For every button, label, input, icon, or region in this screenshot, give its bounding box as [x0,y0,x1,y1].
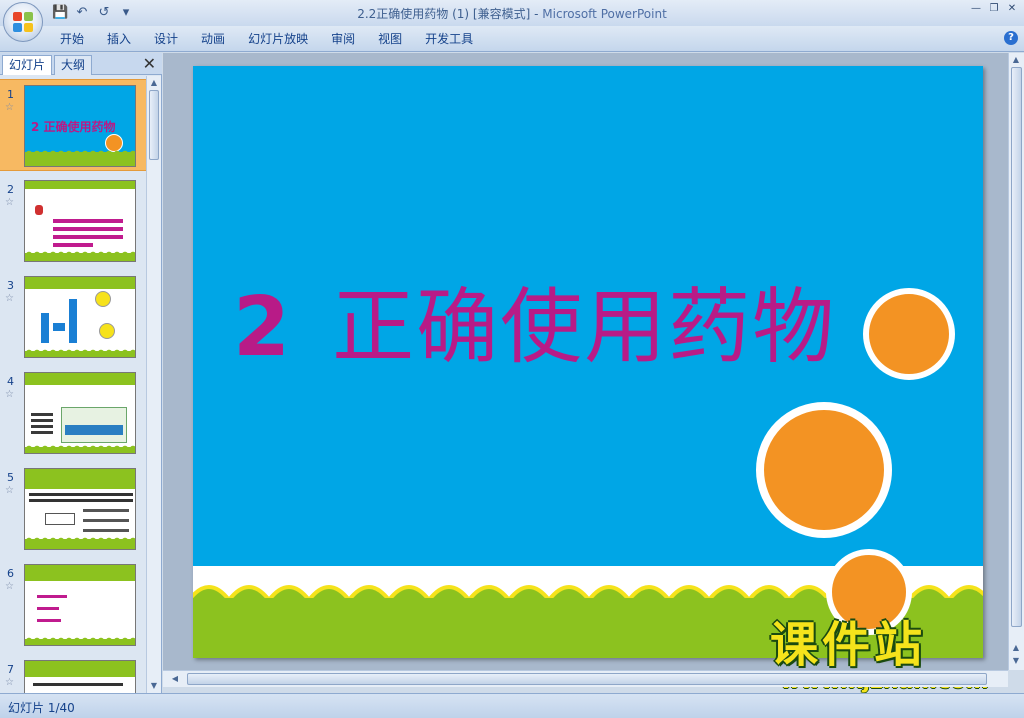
slide-preview [24,276,136,358]
slide-thumbnail[interactable]: 7 ☆ [0,655,146,693]
office-button[interactable] [3,2,43,42]
app-name: Microsoft PowerPoint [542,7,667,21]
help-icon[interactable]: ? [1004,31,1018,45]
tab-review[interactable]: 审阅 [331,31,355,47]
slide-number: 1 [7,88,14,101]
slide-thumbnail[interactable]: 5 ☆ [0,463,146,555]
thumbnail-list: 1 ☆ 2 正确使用药物 2 ☆ 3 ☆ 4 ☆ 5 ☆ 6 ☆ 7 ☆ [0,76,146,693]
watermark-text: 课件站 [770,617,927,673]
tab-developer[interactable]: 开发工具 [425,31,473,47]
office-logo-icon [13,12,33,32]
document-title: 2.2正确使用药物 (1) [兼容模式] [357,7,531,21]
slide-editor: 2 正确使用药物 [163,53,1008,670]
window-title: 2.2正确使用药物 (1) [兼容模式] - Microsoft PowerPo… [357,7,667,21]
close-icon[interactable]: ✕ [1004,2,1020,16]
slide-thumbnail[interactable]: 6 ☆ [0,559,146,651]
slide-counter: 幻灯片 1/40 [8,701,75,715]
animation-star-icon: ☆ [5,389,14,400]
editor-vertical-scrollbar[interactable]: ▲ ▲ ▼ [1008,53,1024,670]
slide-preview [24,468,136,550]
tab-view[interactable]: 视图 [378,31,402,47]
slide-number: 7 [7,663,14,676]
slide-thumbnail[interactable]: 3 ☆ [0,271,146,363]
tab-design[interactable]: 设计 [154,31,178,47]
editor-horizontal-scrollbar[interactable]: ◀ [163,670,1008,687]
slide-preview [24,372,136,454]
animation-star-icon: ☆ [5,581,14,592]
slide-number: 2 [7,183,14,196]
animation-star-icon: ☆ [5,485,14,496]
slide-canvas[interactable]: 2 正确使用药物 [193,66,983,658]
slide-title-text: 正确使用药物 [332,280,837,375]
slide-number: 4 [7,375,14,388]
orange-circle [863,288,955,380]
slide-number: 5 [7,471,14,484]
thumbnail-scrollbar[interactable]: ▲ ▼ [146,76,161,693]
scroll-down-icon[interactable]: ▼ [149,681,159,691]
slide-thumbnail[interactable]: 1 ☆ 2 正确使用药物 [0,79,146,171]
slide-thumbnail[interactable]: 2 ☆ [0,175,146,267]
window-controls: — ❐ ✕ [968,2,1020,16]
ribbon-tab-bar: 开始 插入 设计 动画 幻灯片放映 审阅 视图 开发工具 ? [0,26,1024,52]
scroll-left-icon[interactable]: ◀ [169,673,181,685]
thumb-title: 2 正确使用药物 [31,120,116,134]
slide-number: 3 [7,279,14,292]
slide-title-number: 2 [233,280,293,375]
panel-tabs: 幻灯片 大纲 ✕ [0,53,162,75]
next-slide-icon[interactable]: ▼ [1011,656,1021,666]
tab-slides[interactable]: 幻灯片 [2,55,53,75]
close-icon[interactable]: ✕ [143,55,156,73]
tab-home[interactable]: 开始 [60,31,84,47]
animation-star-icon: ☆ [5,677,14,688]
animation-star-icon: ☆ [5,293,14,304]
slide-preview: 2 正确使用药物 [24,85,136,167]
minimize-icon[interactable]: — [968,2,984,16]
tab-outline[interactable]: 大纲 [54,55,93,75]
slide-preview [24,660,136,693]
scroll-up-icon[interactable]: ▲ [149,78,159,88]
slide-preview [24,564,136,646]
animation-star-icon: ☆ [5,102,14,113]
previous-slide-icon[interactable]: ▲ [1011,643,1021,653]
slide-thumbnail[interactable]: 4 ☆ [0,367,146,459]
slide-number: 6 [7,567,14,580]
restore-icon[interactable]: ❐ [986,2,1002,16]
slide-title[interactable]: 2 正确使用药物 [233,278,836,378]
tab-insert[interactable]: 插入 [107,31,131,47]
orange-circle [756,402,892,538]
scroll-thumb[interactable] [187,673,987,685]
animation-star-icon: ☆ [5,197,14,208]
status-bar: 幻灯片 1/40 [0,693,1024,718]
scroll-up-icon[interactable]: ▲ [1011,55,1021,65]
slides-panel: 幻灯片 大纲 ✕ 1 ☆ 2 正确使用药物 2 ☆ 3 ☆ 4 ☆ 5 ☆ 6 … [0,53,162,693]
scroll-thumb[interactable] [1011,67,1022,627]
tab-slideshow[interactable]: 幻灯片放映 [248,31,308,47]
tab-animations[interactable]: 动画 [201,31,225,47]
title-bar: 💾 ↶ ↺ ▾ 2.2正确使用药物 (1) [兼容模式] - Microsoft… [0,0,1024,26]
scroll-thumb[interactable] [149,90,159,160]
slide-preview [24,180,136,262]
